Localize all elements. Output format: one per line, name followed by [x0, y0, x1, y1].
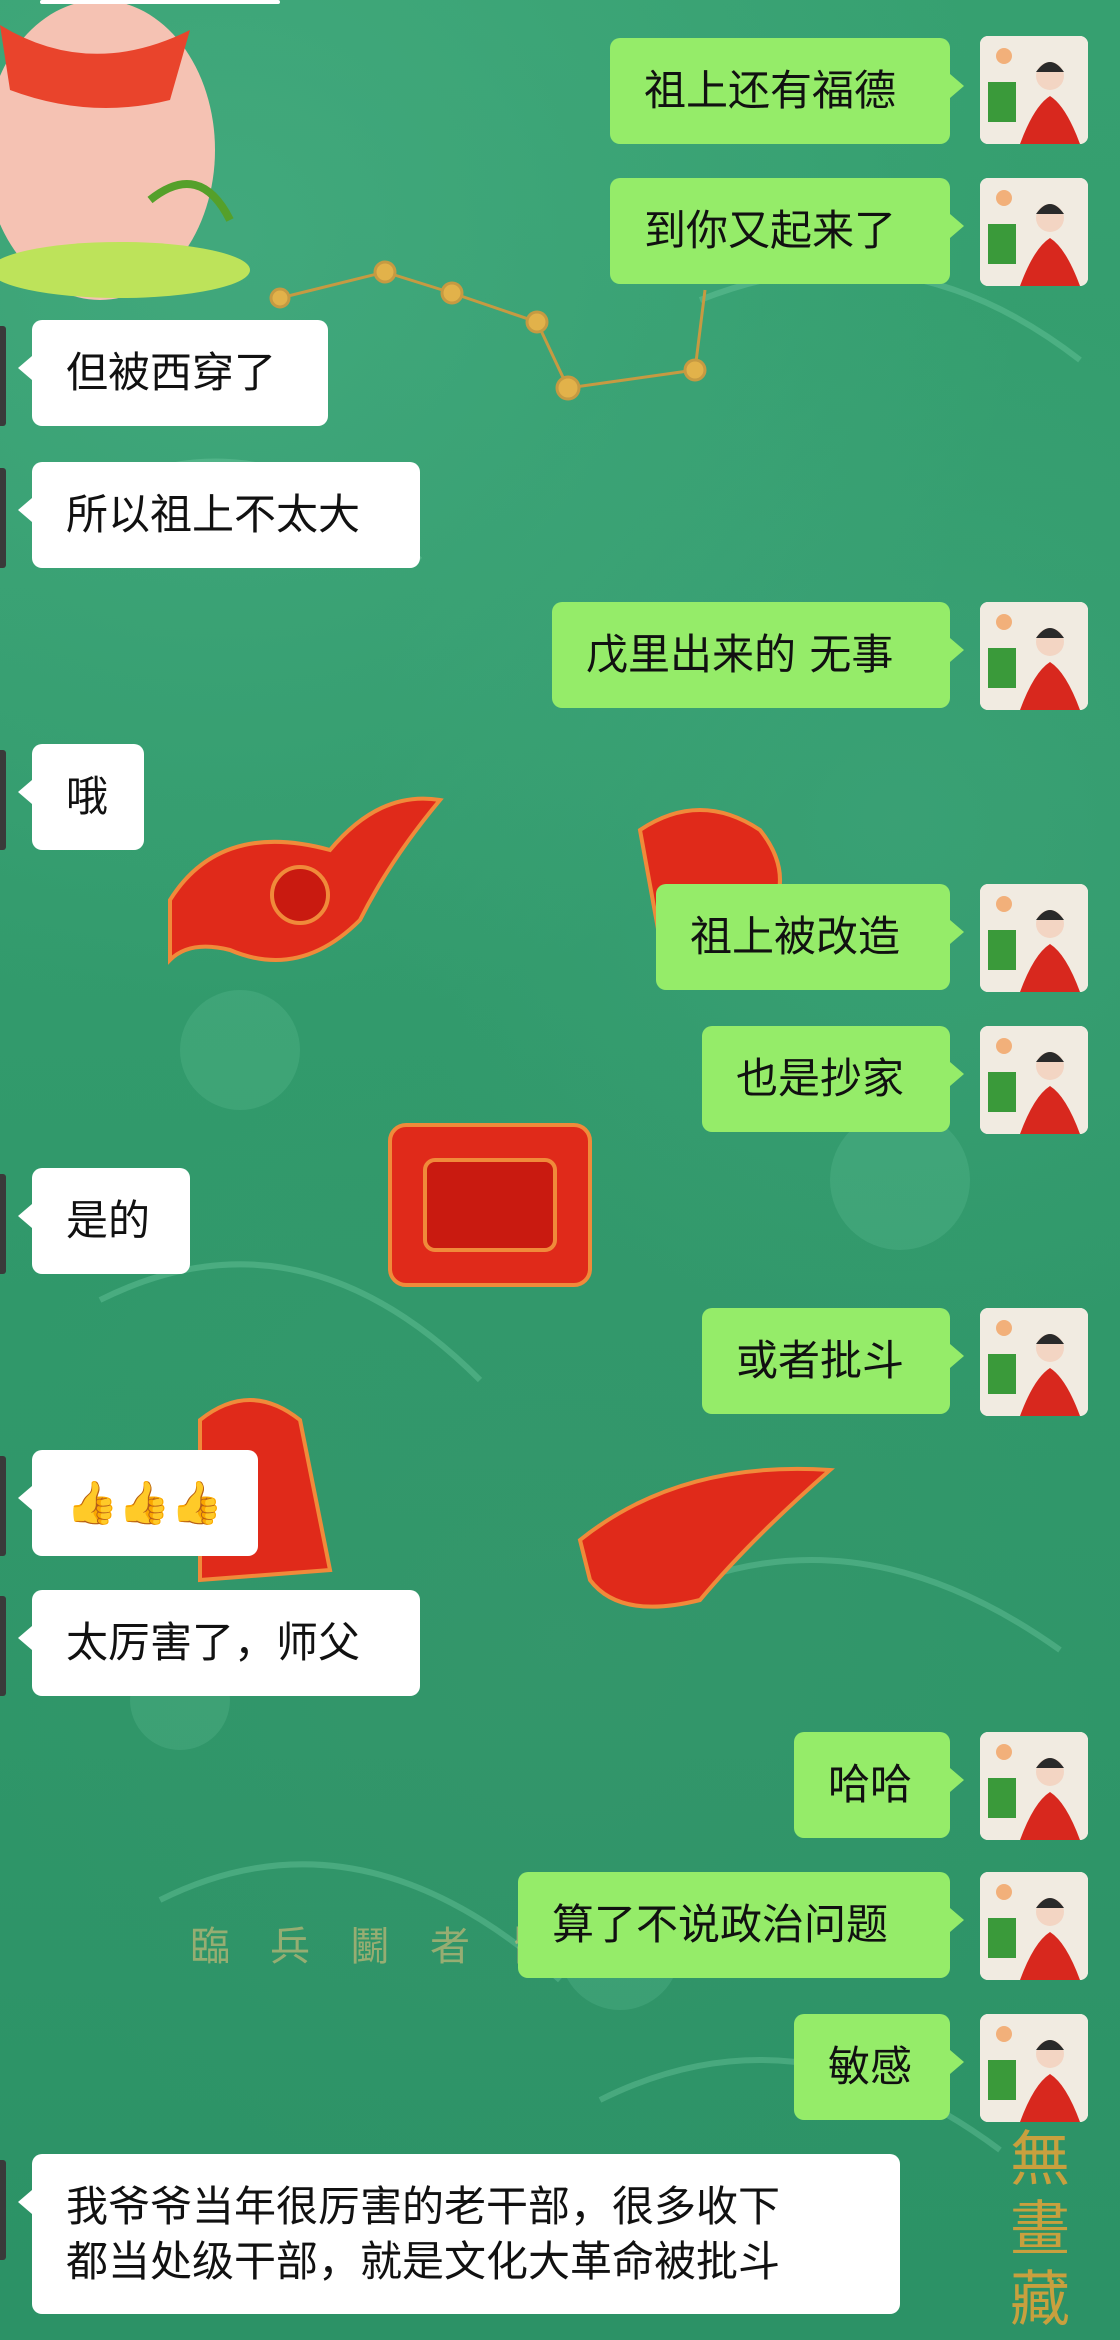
chat-message-bubble-sent[interactable]: 祖上还有福德 — [610, 38, 964, 144]
chat-message-bubble-received[interactable]: 太厉害了，师父 — [18, 1590, 420, 1696]
chat-message-bubble-sent[interactable]: 或者批斗 — [702, 1308, 964, 1414]
chat-message-bubble-sent[interactable]: 戊里出来的 无事 — [552, 602, 964, 708]
message-text: 敏感 — [828, 2041, 913, 2091]
avatar-woman-red-dress-icon[interactable] — [980, 1872, 1088, 1980]
chat-message-bubble-received[interactable]: 👍👍👍 — [18, 1450, 258, 1556]
left-edge-marker — [0, 1174, 6, 1274]
avatar-woman-red-dress-icon[interactable] — [980, 1026, 1088, 1134]
chat-message-bubble-sent[interactable]: 也是抄家 — [702, 1026, 964, 1132]
avatar-woman-red-dress-icon[interactable] — [980, 1732, 1088, 1840]
message-text: 太厉害了，师父 — [66, 1617, 361, 1667]
avatar-woman-red-dress-icon[interactable] — [980, 884, 1088, 992]
chat-message-bubble-received[interactable]: 但被西穿了 — [18, 320, 328, 426]
message-text: 祖上还有福德 — [644, 65, 897, 115]
left-edge-marker — [0, 1456, 6, 1556]
message-text: 哈哈 — [828, 1759, 913, 1809]
message-text: 但被西穿了 — [66, 347, 277, 397]
avatar-woman-red-dress-icon[interactable] — [980, 1308, 1088, 1416]
svg-text:畫: 畫 — [1010, 2195, 1070, 2265]
message-text: 哦 — [66, 771, 109, 821]
message-text: 是的 — [66, 1195, 151, 1245]
thumbs-up-emoji-row: 👍👍👍 — [66, 1477, 223, 1527]
message-text: 到你又起来了 — [644, 205, 897, 255]
message-text: 戊里出来的 无事 — [586, 629, 894, 679]
message-text: 所以祖上不太大 — [66, 489, 361, 539]
svg-text:臨 兵 鬭 者 皆: 臨 兵 鬭 者 皆 — [190, 1924, 550, 1970]
message-text-line: 我爷爷当年很厉害的老干部，很多收下 — [66, 2182, 781, 2231]
chat-message-bubble-sent[interactable]: 祖上被改造 — [656, 884, 964, 990]
left-edge-marker — [0, 1596, 6, 1696]
message-text: 也是抄家 — [736, 1053, 905, 1103]
svg-text:藏: 藏 — [1010, 2265, 1070, 2335]
message-text: 祖上被改造 — [690, 911, 901, 961]
chat-message-bubble-received[interactable]: 哦 — [18, 744, 144, 850]
avatar-woman-red-dress-icon[interactable] — [980, 602, 1088, 710]
avatar-woman-red-dress-icon[interactable] — [980, 2014, 1088, 2122]
left-edge-marker — [0, 326, 6, 426]
message-text-line: 都当处级干部，就是文化大革命被批斗 — [66, 2236, 781, 2286]
left-edge-marker — [0, 2160, 6, 2260]
chat-message-bubble-sent[interactable]: 到你又起来了 — [610, 178, 964, 284]
chat-message-bubble-received[interactable]: 所以祖上不太大 — [18, 462, 420, 568]
avatar-woman-red-dress-icon[interactable] — [980, 36, 1088, 144]
chat-message-bubble-sent[interactable]: 算了不说政治问题 — [518, 1872, 964, 1978]
message-text: 算了不说政治问题 — [552, 1899, 889, 1949]
chat-message-bubble-sent[interactable]: 哈哈 — [794, 1732, 964, 1838]
message-text: 或者批斗 — [736, 1335, 905, 1385]
chat-message-bubble-received[interactable]: 是的 — [18, 1168, 190, 1274]
chat-message-bubble-received[interactable]: 我爷爷当年很厉害的老干部，很多收下 都当处级干部，就是文化大革命被批斗 — [18, 2154, 900, 2314]
avatar-woman-red-dress-icon[interactable] — [980, 178, 1088, 286]
svg-text:無: 無 — [1010, 2125, 1070, 2195]
chat-message-bubble-sent[interactable]: 敏感 — [794, 2014, 964, 2120]
left-edge-marker — [0, 468, 6, 568]
pig-sticker — [0, 0, 280, 300]
left-edge-marker — [0, 750, 6, 850]
